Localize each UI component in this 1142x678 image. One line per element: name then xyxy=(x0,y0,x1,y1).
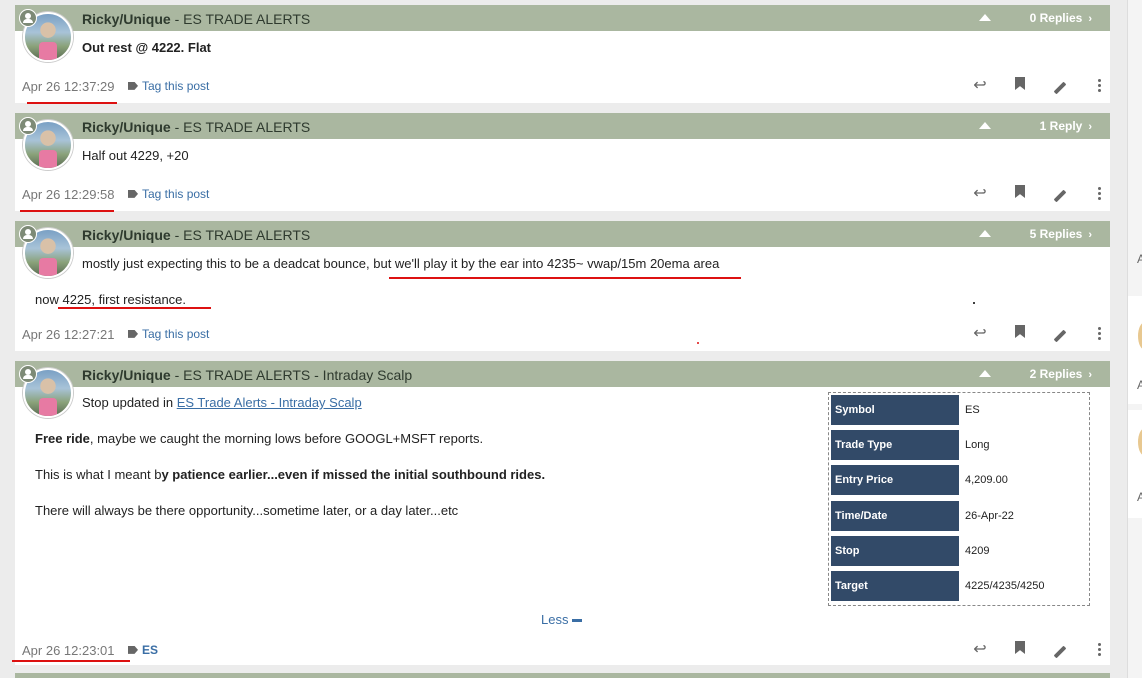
post-body: mostly just expecting this to be a deadc… xyxy=(82,256,720,271)
room-link[interactable]: ES Trade Alerts - Intraday Scalp xyxy=(177,395,362,410)
edit-pencil-icon[interactable] xyxy=(1050,325,1070,343)
tag-post-link[interactable]: Tag this post xyxy=(128,327,209,341)
tag-link-es[interactable]: ES xyxy=(128,643,158,657)
annotation-underline xyxy=(389,277,741,279)
right-sidebar-edge: A A A xyxy=(1127,0,1142,678)
post-paragraph: Free ride, maybe we caught the morning l… xyxy=(35,431,484,446)
post-footer: Apr 26 12:29:58 Tag this post ↩ xyxy=(22,185,1102,205)
tag-icon xyxy=(128,81,138,90)
collapse-arrow-icon[interactable] xyxy=(979,370,991,377)
post-footer: Apr 26 12:23:01 ES ↩ xyxy=(22,641,1102,661)
tag-post-link[interactable]: Tag this post xyxy=(128,79,209,93)
collapse-arrow-icon[interactable] xyxy=(979,230,991,237)
minus-icon xyxy=(572,619,583,623)
collapse-arrow-icon[interactable] xyxy=(979,14,991,21)
chevron-right-icon: › xyxy=(1088,369,1092,381)
annotation-underline xyxy=(27,102,117,104)
bookmark-icon[interactable] xyxy=(1010,641,1030,659)
post-timestamp[interactable]: Apr 26 12:23:01 xyxy=(22,643,115,658)
annotation-underline xyxy=(58,307,211,309)
post-timestamp[interactable]: Apr 26 12:27:21 xyxy=(22,327,115,342)
post-author[interactable]: Ricky/Unique - ES TRADE ALERTS xyxy=(82,11,310,27)
user-badge-icon xyxy=(19,9,37,27)
trade-row: Trade Type Long xyxy=(831,430,1087,460)
edit-pencil-icon[interactable] xyxy=(1050,641,1070,659)
trade-row: Time/Date 26-Apr-22 xyxy=(831,501,1087,531)
post-body: Half out 4229, +20 xyxy=(82,148,189,163)
chevron-right-icon: › xyxy=(1088,229,1092,241)
post-author[interactable]: Ricky/Unique - ES TRADE ALERTS xyxy=(82,119,310,135)
more-vertical-icon[interactable] xyxy=(1090,325,1110,343)
tag-icon xyxy=(128,329,138,338)
post-header: Ricky/Unique - ES TRADE ALERTS 5 Replies… xyxy=(15,221,1110,247)
trade-row: Symbol ES xyxy=(831,395,1087,425)
post-body: now 4225, first resistance. xyxy=(35,292,187,307)
replies-toggle[interactable]: 2 Replies › xyxy=(1030,367,1092,381)
trade-alert-table: Symbol ES Trade Type Long Entry Price 4,209… xyxy=(828,392,1090,606)
reply-icon[interactable]: ↩ xyxy=(970,641,990,659)
post-timestamp[interactable]: Apr 26 12:29:58 xyxy=(22,187,115,202)
post-card: Ricky/Unique - ES TRADE ALERTS 0 Replies… xyxy=(15,5,1110,103)
replies-toggle[interactable]: 0 Replies › xyxy=(1030,11,1092,25)
more-vertical-icon[interactable] xyxy=(1090,185,1110,203)
replies-toggle[interactable]: 1 Reply › xyxy=(1040,119,1092,133)
tag-icon xyxy=(128,645,138,654)
bookmark-icon[interactable] xyxy=(1010,77,1030,95)
edit-pencil-icon[interactable] xyxy=(1050,77,1070,95)
reply-icon[interactable]: ↩ xyxy=(970,185,990,203)
post-author[interactable]: Ricky/Unique - ES TRADE ALERTS xyxy=(82,227,310,243)
tag-icon xyxy=(128,189,138,198)
less-toggle[interactable]: Less xyxy=(541,612,583,627)
post-timestamp[interactable]: Apr 26 12:37:29 xyxy=(22,79,115,94)
more-vertical-icon[interactable] xyxy=(1090,77,1110,95)
post-footer: Apr 26 12:37:29 Tag this post ↩ xyxy=(22,77,1102,97)
post-paragraph: This is what I meant by patience earlier… xyxy=(35,467,546,482)
trade-row: Target 4225/4235/4250 xyxy=(831,571,1087,601)
stop-update-line: Stop updated in ES Trade Alerts - Intrad… xyxy=(82,395,362,410)
user-badge-icon xyxy=(19,365,37,383)
replies-toggle[interactable]: 5 Replies › xyxy=(1030,227,1092,241)
post-header: Ricky/Unique - ES TRADE ALERTS 0 Replies… xyxy=(15,5,1110,31)
reply-icon[interactable]: ↩ xyxy=(970,325,990,343)
chevron-right-icon: › xyxy=(1088,121,1092,133)
reply-icon[interactable]: ↩ xyxy=(970,77,990,95)
next-post-header xyxy=(15,673,1110,678)
bookmark-icon[interactable] xyxy=(1010,325,1030,343)
more-vertical-icon[interactable] xyxy=(1090,641,1110,659)
post-footer: Apr 26 12:27:21 Tag this post ↩ xyxy=(22,325,1102,345)
post-card: Ricky/Unique - ES TRADE ALERTS 1 Reply › … xyxy=(15,113,1110,211)
post-paragraph: There will always be there opportunity..… xyxy=(35,503,459,518)
post-header: Ricky/Unique - ES TRADE ALERTS - Intrada… xyxy=(15,361,1110,387)
user-badge-icon xyxy=(19,225,37,243)
trade-row: Stop 4209 xyxy=(831,536,1087,566)
post-body: Out rest @ 4222. Flat xyxy=(82,40,211,55)
annotation-underline xyxy=(20,210,114,212)
user-badge-icon xyxy=(19,117,37,135)
collapse-arrow-icon[interactable] xyxy=(979,122,991,129)
post-header: Ricky/Unique - ES TRADE ALERTS 1 Reply › xyxy=(15,113,1110,139)
post-card: Ricky/Unique - ES TRADE ALERTS 5 Replies… xyxy=(15,221,1110,351)
trade-row: Entry Price 4,209.00 xyxy=(831,465,1087,495)
post-author[interactable]: Ricky/Unique - ES TRADE ALERTS - Intrada… xyxy=(82,367,412,383)
tag-post-link[interactable]: Tag this post xyxy=(128,187,209,201)
annotation-underline xyxy=(12,660,130,662)
edit-pencil-icon[interactable] xyxy=(1050,185,1070,203)
chevron-right-icon: › xyxy=(1088,13,1092,25)
bookmark-icon[interactable] xyxy=(1010,185,1030,203)
